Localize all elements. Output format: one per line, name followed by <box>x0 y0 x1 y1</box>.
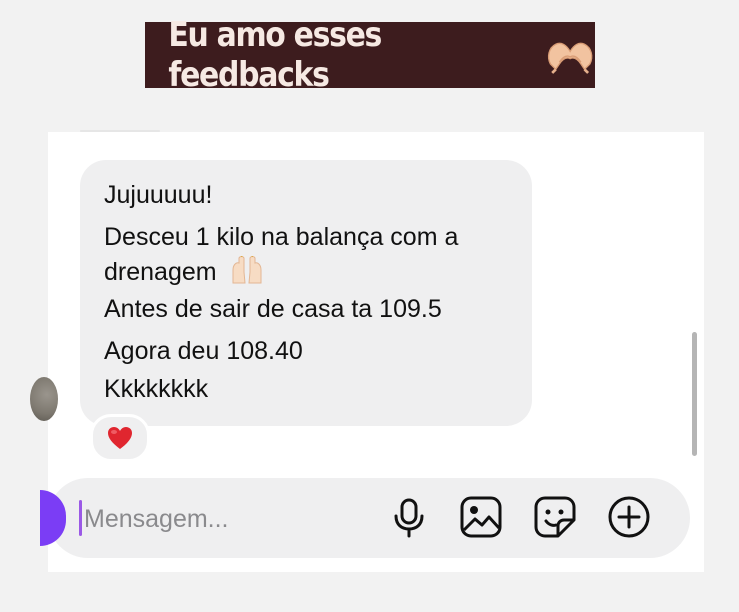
message-line: Desceu 1 kilo na balança com a <box>104 223 459 251</box>
heart-reaction[interactable] <box>90 414 150 462</box>
title-banner: Eu amo esses feedbacks <box>145 15 595 95</box>
message-line: Antes de sair de casa ta 109.5 <box>104 295 442 323</box>
message-line-with-emoji: drenagem <box>104 256 264 287</box>
image-icon[interactable] <box>458 494 504 540</box>
red-heart-icon <box>108 427 132 449</box>
message-line: Agora deu 108.40 <box>104 337 303 365</box>
sender-avatar[interactable] <box>30 377 58 421</box>
message-line: drenagem <box>104 258 217 286</box>
heart-hands-emoji-icon <box>547 42 593 74</box>
scrollbar[interactable] <box>692 332 697 456</box>
sticker-icon[interactable] <box>532 494 578 540</box>
message-input[interactable] <box>84 502 364 536</box>
previous-message-edge <box>80 130 160 132</box>
text-caret <box>79 500 82 536</box>
plus-circle-icon[interactable] <box>606 494 652 540</box>
microphone-icon[interactable] <box>386 494 432 540</box>
message-line: Jujuuuuu! <box>104 181 213 209</box>
raising-hands-emoji-icon <box>232 256 262 284</box>
message-line: Kkkkkkkk <box>104 375 209 403</box>
banner-title: Eu amo esses feedbacks <box>168 15 382 95</box>
